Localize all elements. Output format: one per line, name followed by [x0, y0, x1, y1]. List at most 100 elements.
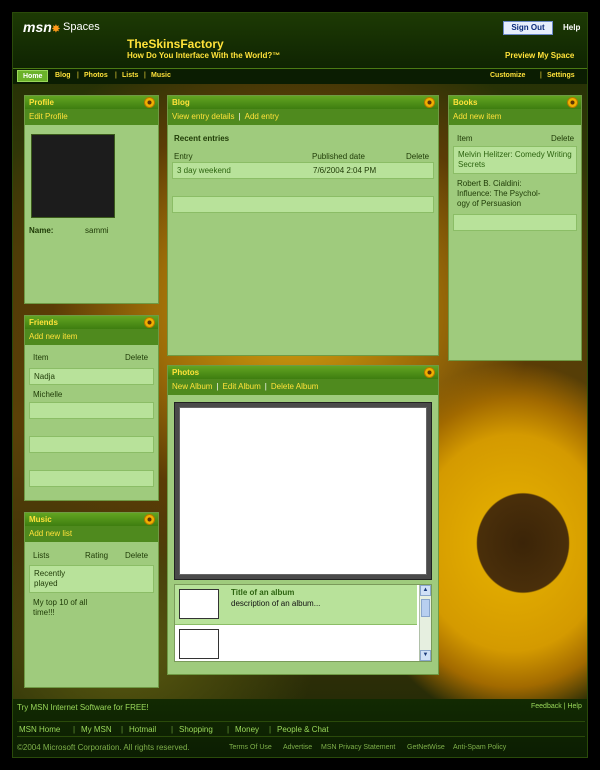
link-separator: |	[238, 112, 241, 121]
advertise-link[interactable]: Advertise	[283, 744, 312, 751]
blog-entry-row[interactable]: 3 day weekend 7/6/2004 2:04 PM	[172, 162, 434, 179]
profile-title: Profile	[29, 98, 54, 107]
add-new-list-link[interactable]: Add new list	[29, 529, 72, 538]
nav-settings[interactable]: Settings	[547, 72, 575, 79]
album-row[interactable]: Title of an album description of an albu…	[175, 585, 417, 625]
edit-profile-link[interactable]: Edit Profile	[29, 112, 68, 121]
album-thumbnail[interactable]	[179, 629, 219, 659]
photos-links: New Album | Edit Album | Delete Album	[168, 379, 438, 395]
album-list: Title of an album description of an albu…	[174, 584, 432, 662]
navigation-bar: Home Blog | Photos | Lists | Music Custo…	[13, 68, 587, 84]
footer-people-chat[interactable]: People & Chat	[277, 725, 329, 734]
friends-module: Friends Add new item Item Delete Nadja M…	[24, 315, 159, 501]
music-col-rating: Rating	[85, 551, 109, 560]
privacy-statement-link[interactable]: MSN Privacy Statement	[321, 744, 395, 751]
sunflower-icon	[567, 97, 578, 108]
friends-links: Add new item	[25, 329, 158, 345]
photos-header: Photos	[168, 366, 438, 379]
nav-photos[interactable]: Photos	[84, 72, 108, 79]
footer-links: MSN Home | My MSN | Hotmail | Shopping |…	[17, 721, 585, 737]
album-description: description of an album...	[231, 599, 321, 608]
blog-entry-date: 7/6/2004 2:04 PM	[313, 166, 377, 175]
try-msn-link[interactable]: Try MSN Internet Software for FREE!	[17, 703, 149, 712]
books-header: Books	[449, 96, 581, 109]
music-list-name: Recently played	[34, 569, 66, 588]
album-thumbnail[interactable]	[179, 589, 219, 619]
nav-home[interactable]: Home	[17, 70, 49, 82]
friends-header: Friends	[25, 316, 158, 329]
music-header: Music	[25, 513, 158, 526]
butterfly-icon: ✸	[51, 24, 61, 35]
book-title[interactable]: Robert B. Cialdini: Influence: The Psych…	[457, 179, 547, 209]
nav-separator: |	[77, 72, 79, 79]
friend-name[interactable]: Michelle	[33, 390, 62, 400]
add-book-link[interactable]: Add new item	[453, 112, 501, 121]
name-label: Name:	[29, 226, 54, 235]
book-row[interactable]: Melvin Helitzer: Comedy Writing Secrets	[453, 146, 577, 174]
scroll-down-icon[interactable]: ▼	[420, 650, 431, 661]
music-module: Music Add new list Lists Rating Delete R…	[24, 512, 159, 688]
profile-links: Edit Profile	[25, 109, 158, 125]
view-entry-details-link[interactable]: View entry details	[172, 112, 235, 121]
profile-photo[interactable]	[31, 134, 115, 218]
footer-shopping[interactable]: Shopping	[179, 725, 213, 734]
sign-out-button[interactable]: Sign Out	[503, 21, 553, 35]
link-separator: |	[264, 382, 267, 391]
sunflower-icon	[424, 97, 435, 108]
music-list-name[interactable]: My top 10 of all time!!!	[33, 598, 93, 618]
friends-title: Friends	[29, 318, 58, 327]
blog-col-entry: Entry	[174, 152, 193, 161]
space-tagline: How Do You Interface With the World?™	[127, 51, 281, 60]
books-links: Add new item	[449, 109, 581, 125]
anti-spam-policy-link[interactable]: Anti-Spam Policy	[453, 744, 506, 751]
preview-my-space-link[interactable]: Preview My Space	[505, 51, 574, 60]
photo-viewer	[174, 402, 432, 580]
nav-customize[interactable]: Customize	[490, 72, 525, 79]
terms-of-use-link[interactable]: Terms Of Use	[229, 744, 272, 751]
album-title: Title of an album	[231, 588, 295, 597]
new-album-link[interactable]: New Album	[172, 382, 212, 391]
book-title: Melvin Helitzer: Comedy Writing Secrets	[458, 150, 572, 169]
add-friend-link[interactable]: Add new item	[29, 332, 77, 341]
edit-album-link[interactable]: Edit Album	[223, 382, 261, 391]
spaces-label: Spaces	[63, 21, 100, 33]
feedback-help-link[interactable]: Feedback | Help	[531, 703, 582, 710]
photo-display[interactable]	[179, 407, 427, 575]
footer-separator: |	[121, 725, 124, 734]
music-list-row[interactable]: Recently played	[29, 565, 154, 593]
nav-blog[interactable]: Blog	[55, 72, 71, 79]
music-col-lists: Lists	[33, 551, 50, 560]
scroll-thumb[interactable]	[421, 599, 430, 617]
album-scrollbar[interactable]: ▲ ▼	[419, 585, 431, 661]
page: msn✸ Spaces Sign Out Help TheSkinsFactor…	[12, 12, 588, 758]
scroll-up-icon[interactable]: ▲	[420, 585, 431, 596]
msn-logo[interactable]: msn✸	[23, 19, 60, 35]
help-link[interactable]: Help	[563, 23, 580, 32]
sunflower-icon	[144, 317, 155, 328]
nav-separator: |	[115, 72, 117, 79]
getnetwise-link[interactable]: GetNetWise	[407, 744, 445, 751]
delete-album-link[interactable]: Delete Album	[271, 382, 319, 391]
link-separator: |	[216, 382, 219, 391]
books-col-item: Item	[457, 134, 473, 143]
footer: Try MSN Internet Software for FREE! Feed…	[13, 699, 587, 757]
friend-name: Nadja	[34, 372, 55, 381]
friend-row-empty	[29, 470, 154, 487]
footer-hotmail[interactable]: Hotmail	[129, 725, 156, 734]
window: msn✸ Spaces Sign Out Help TheSkinsFactor…	[0, 0, 600, 770]
blog-module: Blog View entry details | Add entry Recent…	[167, 95, 439, 356]
album-row[interactable]	[175, 625, 417, 661]
nav-music[interactable]: Music	[151, 72, 171, 79]
footer-my-msn[interactable]: My MSN	[81, 725, 112, 734]
footer-money[interactable]: Money	[235, 725, 259, 734]
add-entry-link[interactable]: Add entry	[245, 112, 279, 121]
footer-msn-home[interactable]: MSN Home	[19, 725, 60, 734]
blog-title: Blog	[172, 98, 190, 107]
friends-col-item: Item	[33, 353, 49, 362]
nav-lists[interactable]: Lists	[122, 72, 138, 79]
friend-row-empty	[29, 436, 154, 453]
footer-separator: |	[269, 725, 272, 734]
blog-col-date: Published date	[312, 152, 365, 161]
books-col-delete: Delete	[551, 134, 575, 143]
friend-row[interactable]: Nadja	[29, 368, 154, 385]
